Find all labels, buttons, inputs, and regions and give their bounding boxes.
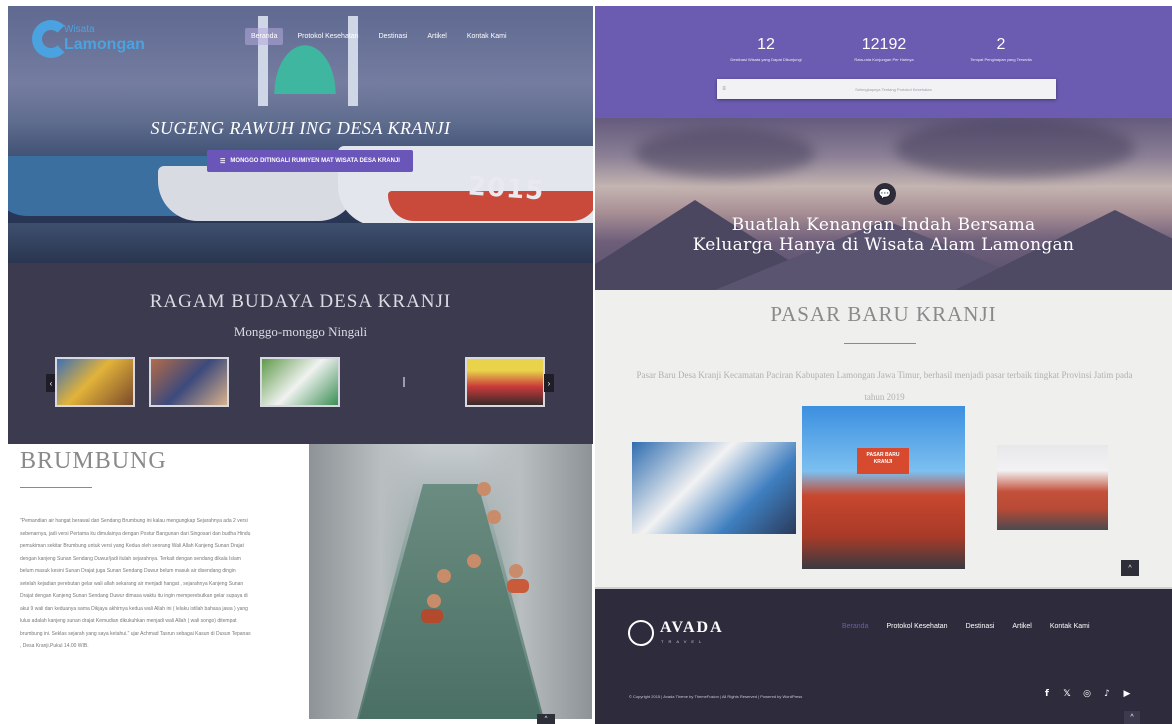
scroll-top-button[interactable]: ^ (537, 714, 555, 724)
swimmer (509, 564, 523, 578)
ragam-budaya-section: RAGAM BUDAYA DESA KRANJI Monggo-monggo N… (8, 263, 593, 444)
section-subtitle: Monggo-monggo Ningali (233, 324, 368, 339)
pasar-photo-building[interactable]: PASAR BARU KRANJI (802, 406, 965, 569)
gallery-thumb[interactable] (465, 357, 545, 407)
chat-icon: 💬 (874, 183, 896, 205)
pasar-baru-section: PASAR BARU KRANJI Pasar Baru Desa Kranji… (595, 290, 1172, 587)
stat-number: 2 (996, 36, 1006, 53)
hero-section: 2015 Wisata Lamongan Beranda Protokol Ke… (8, 6, 593, 263)
logo-text-bottom: Lamongan (64, 36, 145, 53)
footer-logo-text[interactable]: AVADA (660, 619, 724, 637)
banner-line-2: Keluarga Hanya di Wisata Alam Lamongan (692, 235, 1075, 255)
sunset-banner: 💬 Buatlah Kenangan Indah Bersama Keluarg… (595, 118, 1172, 290)
nav-protokol-kesehatan[interactable]: Protokol Kesehatan (291, 28, 364, 45)
avada-logo-icon[interactable] (628, 620, 654, 646)
twitter-icon[interactable]: 𝕏 (1061, 688, 1073, 700)
stat-label: Tempat Penginapan yang Tersedia (970, 57, 1032, 62)
nav-beranda[interactable]: Beranda (245, 28, 284, 45)
list-icon: ≡ (722, 86, 726, 92)
footer-nav-protokol-kesehatan[interactable]: Protokol Kesehatan (886, 623, 947, 630)
footer-nav: Beranda Protokol Kesehatan Destinasi Art… (842, 623, 1090, 630)
footer-nav-artikel[interactable]: Artikel (1012, 623, 1031, 630)
logo-text-top: Wisata (64, 24, 95, 35)
facebook-icon[interactable]: f (1041, 688, 1053, 700)
banner-line-1: Buatlah Kenangan Indah Bersama (731, 215, 1036, 235)
swimmer (467, 554, 481, 568)
section-title: RAGAM BUDAYA DESA KRANJI (149, 291, 452, 312)
nav-artikel[interactable]: Artikel (421, 28, 452, 45)
pasar-photo-street[interactable] (997, 445, 1108, 530)
swimmer (487, 510, 501, 524)
boat-number: 2015 (467, 171, 546, 207)
cloud (895, 118, 1135, 178)
scroll-top-button[interactable]: ^ (1124, 711, 1140, 724)
footer-nav-kontak-kami[interactable]: Kontak Kami (1050, 623, 1090, 630)
protokol-bar[interactable]: ≡ Selengkapnya Tentang Protokol Kesehata… (717, 79, 1056, 99)
stat-penginapan: 2 Tempat Penginapan yang Tersedia (926, 36, 1076, 62)
section-title: PASAR BARU KRANJI (770, 302, 997, 326)
cloud (635, 128, 815, 178)
brumbung-pool-photo (309, 444, 592, 719)
pasar-photo-award[interactable] (632, 442, 796, 534)
swimmer (421, 609, 443, 623)
nav-destinasi[interactable]: Destinasi (373, 28, 414, 45)
water (8, 223, 593, 263)
section-title: BRUMBUNG (20, 448, 167, 474)
footer-divider (595, 587, 1172, 589)
site-logo[interactable]: Wisata Lamongan (32, 20, 145, 60)
hero-cta-button[interactable]: ☰ MONGGO DITINGALI RUMIYEN MAT WISATA DE… (207, 150, 413, 172)
carousel-separator (403, 377, 405, 387)
section-body: "Pemandian air hangat berawal dari Senda… (20, 518, 251, 649)
scroll-top-button[interactable]: ^ (1121, 560, 1139, 576)
youtube-icon[interactable]: ▶ (1121, 688, 1133, 700)
footer-nav-beranda[interactable]: Beranda (842, 623, 868, 630)
nav-kontak-kami[interactable]: Kontak Kami (461, 28, 513, 45)
title-divider (844, 343, 916, 344)
menu-icon: ☰ (220, 158, 226, 165)
hero-headline: SUGENG RAWUH ING DESA KRANJI (150, 118, 451, 138)
social-links: f 𝕏 ◎ ♪ ▶ (1041, 688, 1133, 700)
footer-logo-sub: TRAVEL (661, 639, 707, 644)
main-nav: Beranda Protokol Kesehatan Destinasi Art… (245, 28, 513, 45)
protokol-bar-label: Selengkapnya Tentang Protokol Kesehatan (855, 86, 932, 92)
swimmer (437, 569, 451, 583)
brumbung-section: BRUMBUNG "Pemandian air hangat berawal d… (8, 444, 309, 724)
carousel-next-button[interactable]: › (544, 374, 554, 392)
section-description: Pasar Baru Desa Kranji Kecamatan Paciran… (636, 370, 1133, 402)
stats-section: 12 Destinasi Wisata yang Dapat Dikunjung… (595, 6, 1172, 118)
footer: AVADA TRAVEL Beranda Protokol Kesehatan … (595, 587, 1172, 724)
copyright-text: © Copyright 2015 | Avada Theme by ThemeF… (629, 694, 803, 699)
gallery-thumb[interactable] (260, 357, 340, 407)
boat (158, 166, 358, 221)
instagram-icon[interactable]: ◎ (1081, 688, 1093, 700)
gallery-thumb[interactable] (149, 357, 229, 407)
footer-nav-destinasi[interactable]: Destinasi (966, 623, 995, 630)
swimmer (507, 579, 529, 593)
market-sign: PASAR BARU KRANJI (857, 448, 909, 474)
swimmer (477, 482, 491, 496)
cta-label: MONGGO DITINGALI RUMIYEN MAT WISATA DESA… (230, 158, 400, 164)
tiktok-icon[interactable]: ♪ (1101, 688, 1113, 700)
swimmer (427, 594, 441, 608)
title-divider (20, 487, 92, 488)
gallery-thumb[interactable] (55, 357, 135, 407)
